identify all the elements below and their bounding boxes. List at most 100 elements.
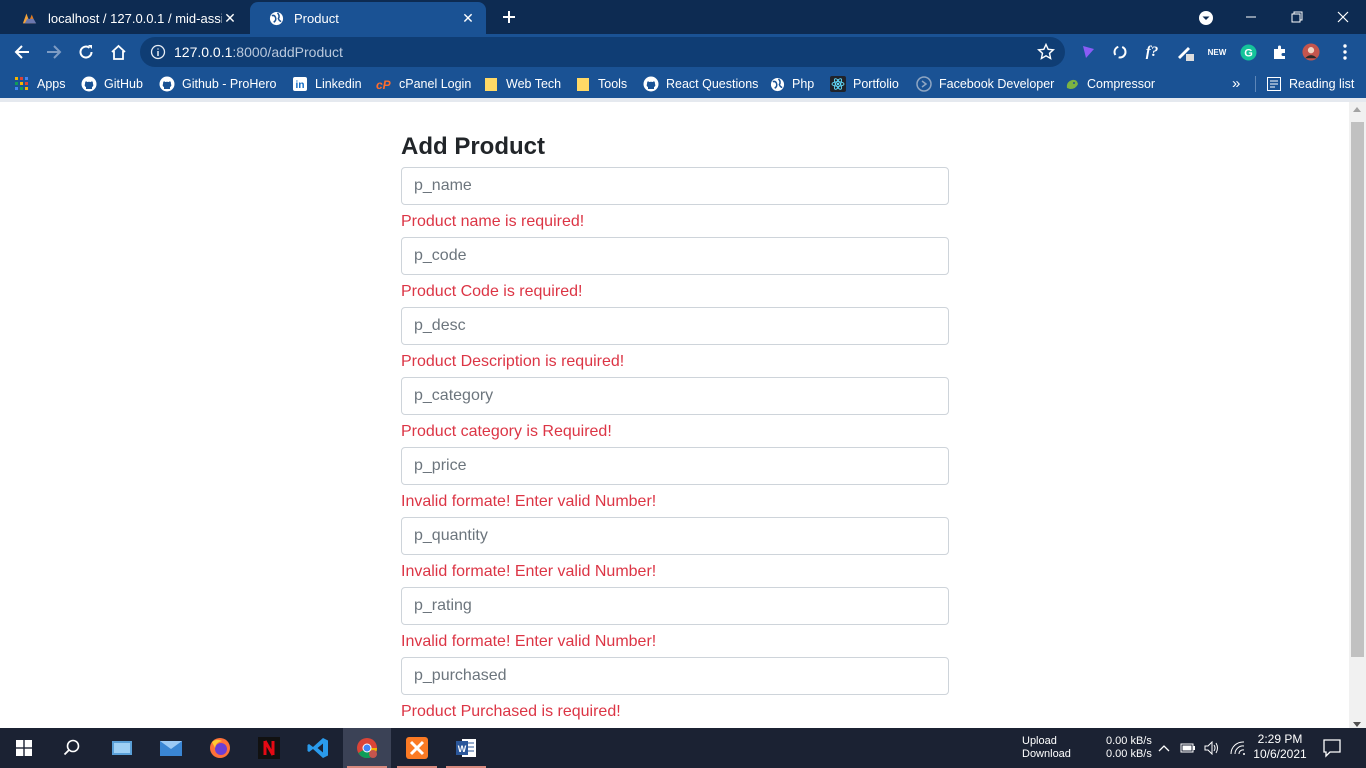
bookmark-tools[interactable]: Tools [575,74,627,94]
url-text: 127.0.0.1:8000/addProduct [174,44,343,60]
extension-fx-icon[interactable]: f? [1143,43,1161,61]
bookmark-label: Tools [598,77,628,91]
new-tab-icon[interactable] [498,6,520,28]
firefox-icon[interactable] [196,728,244,768]
netflix-icon[interactable] [245,728,293,768]
product-price-error: Invalid formate! Enter valid Number! [401,493,657,510]
tab-product[interactable]: Product ✕ [250,2,486,34]
bookmarks-divider [1255,76,1256,92]
battery-icon[interactable] [1180,740,1196,756]
chrome-taskbar-icon[interactable] [343,728,391,768]
wifi-icon[interactable] [1230,740,1246,756]
browser-menu-icon[interactable] [1336,43,1354,61]
forward-arrow-icon[interactable] [42,40,66,64]
tab-search-icon[interactable] [1196,8,1216,28]
minimize-icon[interactable] [1228,0,1274,34]
product-quantity-input[interactable] [401,517,949,555]
bookmark-label: Portfolio [853,77,899,91]
scrollbar-thumb[interactable] [1351,122,1364,657]
profile-avatar[interactable] [1302,43,1320,61]
extension-sync-icon[interactable] [1111,43,1129,61]
word-icon[interactable]: W [442,728,490,768]
product-rating-input[interactable] [401,587,949,625]
product-quantity-error: Invalid formate! Enter valid Number! [401,563,657,580]
product-category-error: Product category is Required! [401,423,612,440]
bookmark-label: GitHub [104,77,143,91]
cpanel-icon: cP [376,76,392,92]
bookmark-react-questions[interactable]: React Questions [643,74,758,94]
bookmark-linkedin[interactable]: in Linkedin [292,74,362,94]
home-icon[interactable] [106,40,130,64]
close-icon[interactable]: ✕ [222,10,238,26]
tray-chevron-up-icon[interactable] [1156,740,1172,756]
page-scrollbar[interactable] [1349,102,1366,728]
globe-icon [769,76,785,92]
product-price-input[interactable] [401,447,949,485]
product-description-input[interactable] [401,307,949,345]
bookmark-apps[interactable]: Apps [14,74,66,94]
github-icon [643,76,659,92]
reload-icon[interactable] [74,40,98,64]
back-arrow-icon[interactable] [10,40,34,64]
bookmark-label: cPanel Login [399,77,472,91]
close-icon[interactable]: ✕ [460,10,476,26]
clock-date: 10/6/2021 [1253,747,1307,761]
product-name-error: Product name is required! [401,213,585,230]
xampp-icon[interactable] [393,728,441,768]
search-icon[interactable] [48,728,96,768]
bookmark-php[interactable]: Php [769,74,814,94]
extension-purple-icon[interactable] [1079,43,1097,61]
site-info-icon[interactable] [150,44,166,60]
product-purchased-input[interactable] [401,657,949,695]
notification-icon[interactable] [1322,738,1342,758]
tab-phpmyadmin[interactable]: localhost / 127.0.0.1 / mid-assignment ✕ [4,2,248,34]
bookmark-github-prohero[interactable]: Github - ProHero [159,74,276,94]
restore-icon[interactable] [1274,0,1320,34]
close-window-icon[interactable] [1320,0,1366,34]
vscode-icon[interactable] [294,728,342,768]
address-bar[interactable]: 127.0.0.1:8000/addProduct [140,37,1065,67]
extension-pen-icon[interactable] [1176,43,1194,61]
bookmark-github[interactable]: GitHub [81,74,143,94]
apps-grid-icon [14,76,30,92]
system-clock[interactable]: 2:29 PM 10/6/2021 [1248,732,1312,762]
product-code-input[interactable] [401,237,949,275]
bookmark-cpanel[interactable]: cP cPanel Login [376,74,471,94]
bookmark-label: Php [792,77,815,91]
bookmark-label: Facebook Developer [939,77,1055,91]
extensions-puzzle-icon[interactable] [1271,43,1289,61]
scroll-down-arrow-icon[interactable] [1353,722,1361,727]
facebook-dev-icon [916,76,932,92]
reading-list-label: Reading list [1289,77,1355,91]
volume-icon[interactable] [1204,740,1220,756]
bookmark-label: Linkedin [315,77,362,91]
bookmark-web-tech[interactable]: Web Tech [483,74,561,94]
file-explorer-icon[interactable] [98,728,146,768]
folder-icon [483,76,499,92]
product-rating-error: Invalid formate! Enter valid Number! [401,633,657,650]
reading-list-button[interactable]: Reading list [1266,74,1354,94]
bookmark-label: Web Tech [506,77,562,91]
product-description-error: Product Description is required! [401,353,625,370]
product-name-input[interactable] [401,167,949,205]
grammarly-icon[interactable]: G [1239,43,1257,61]
bookmark-star-icon[interactable] [1036,42,1056,61]
clock-time: 2:29 PM [1257,732,1303,746]
bookmark-label: Github - ProHero [182,77,277,91]
github-icon [159,76,175,92]
compressor-icon [1064,76,1080,92]
bookmarks-overflow-button[interactable]: » [1232,74,1240,94]
svg-text:G: G [1244,47,1253,59]
browser-toolbar: 127.0.0.1:8000/addProduct f? NEW G [0,34,1366,70]
bookmark-label: Compressor [1087,77,1156,91]
windows-start-icon[interactable] [0,728,48,768]
product-category-input[interactable] [401,377,949,415]
bookmark-facebook-developer[interactable]: Facebook Developer [916,74,1054,94]
bookmark-portfolio[interactable]: Portfolio [830,74,899,94]
mail-icon[interactable] [147,728,195,768]
bookmarks-bar: Apps GitHub Github - ProHero in Linkedin… [0,70,1366,98]
scroll-up-arrow-icon[interactable] [1353,107,1361,112]
extension-new-badge[interactable]: NEW [1206,43,1228,61]
bookmark-compressor[interactable]: Compressor [1064,74,1155,94]
network-labels: Upload Download [1022,735,1071,760]
